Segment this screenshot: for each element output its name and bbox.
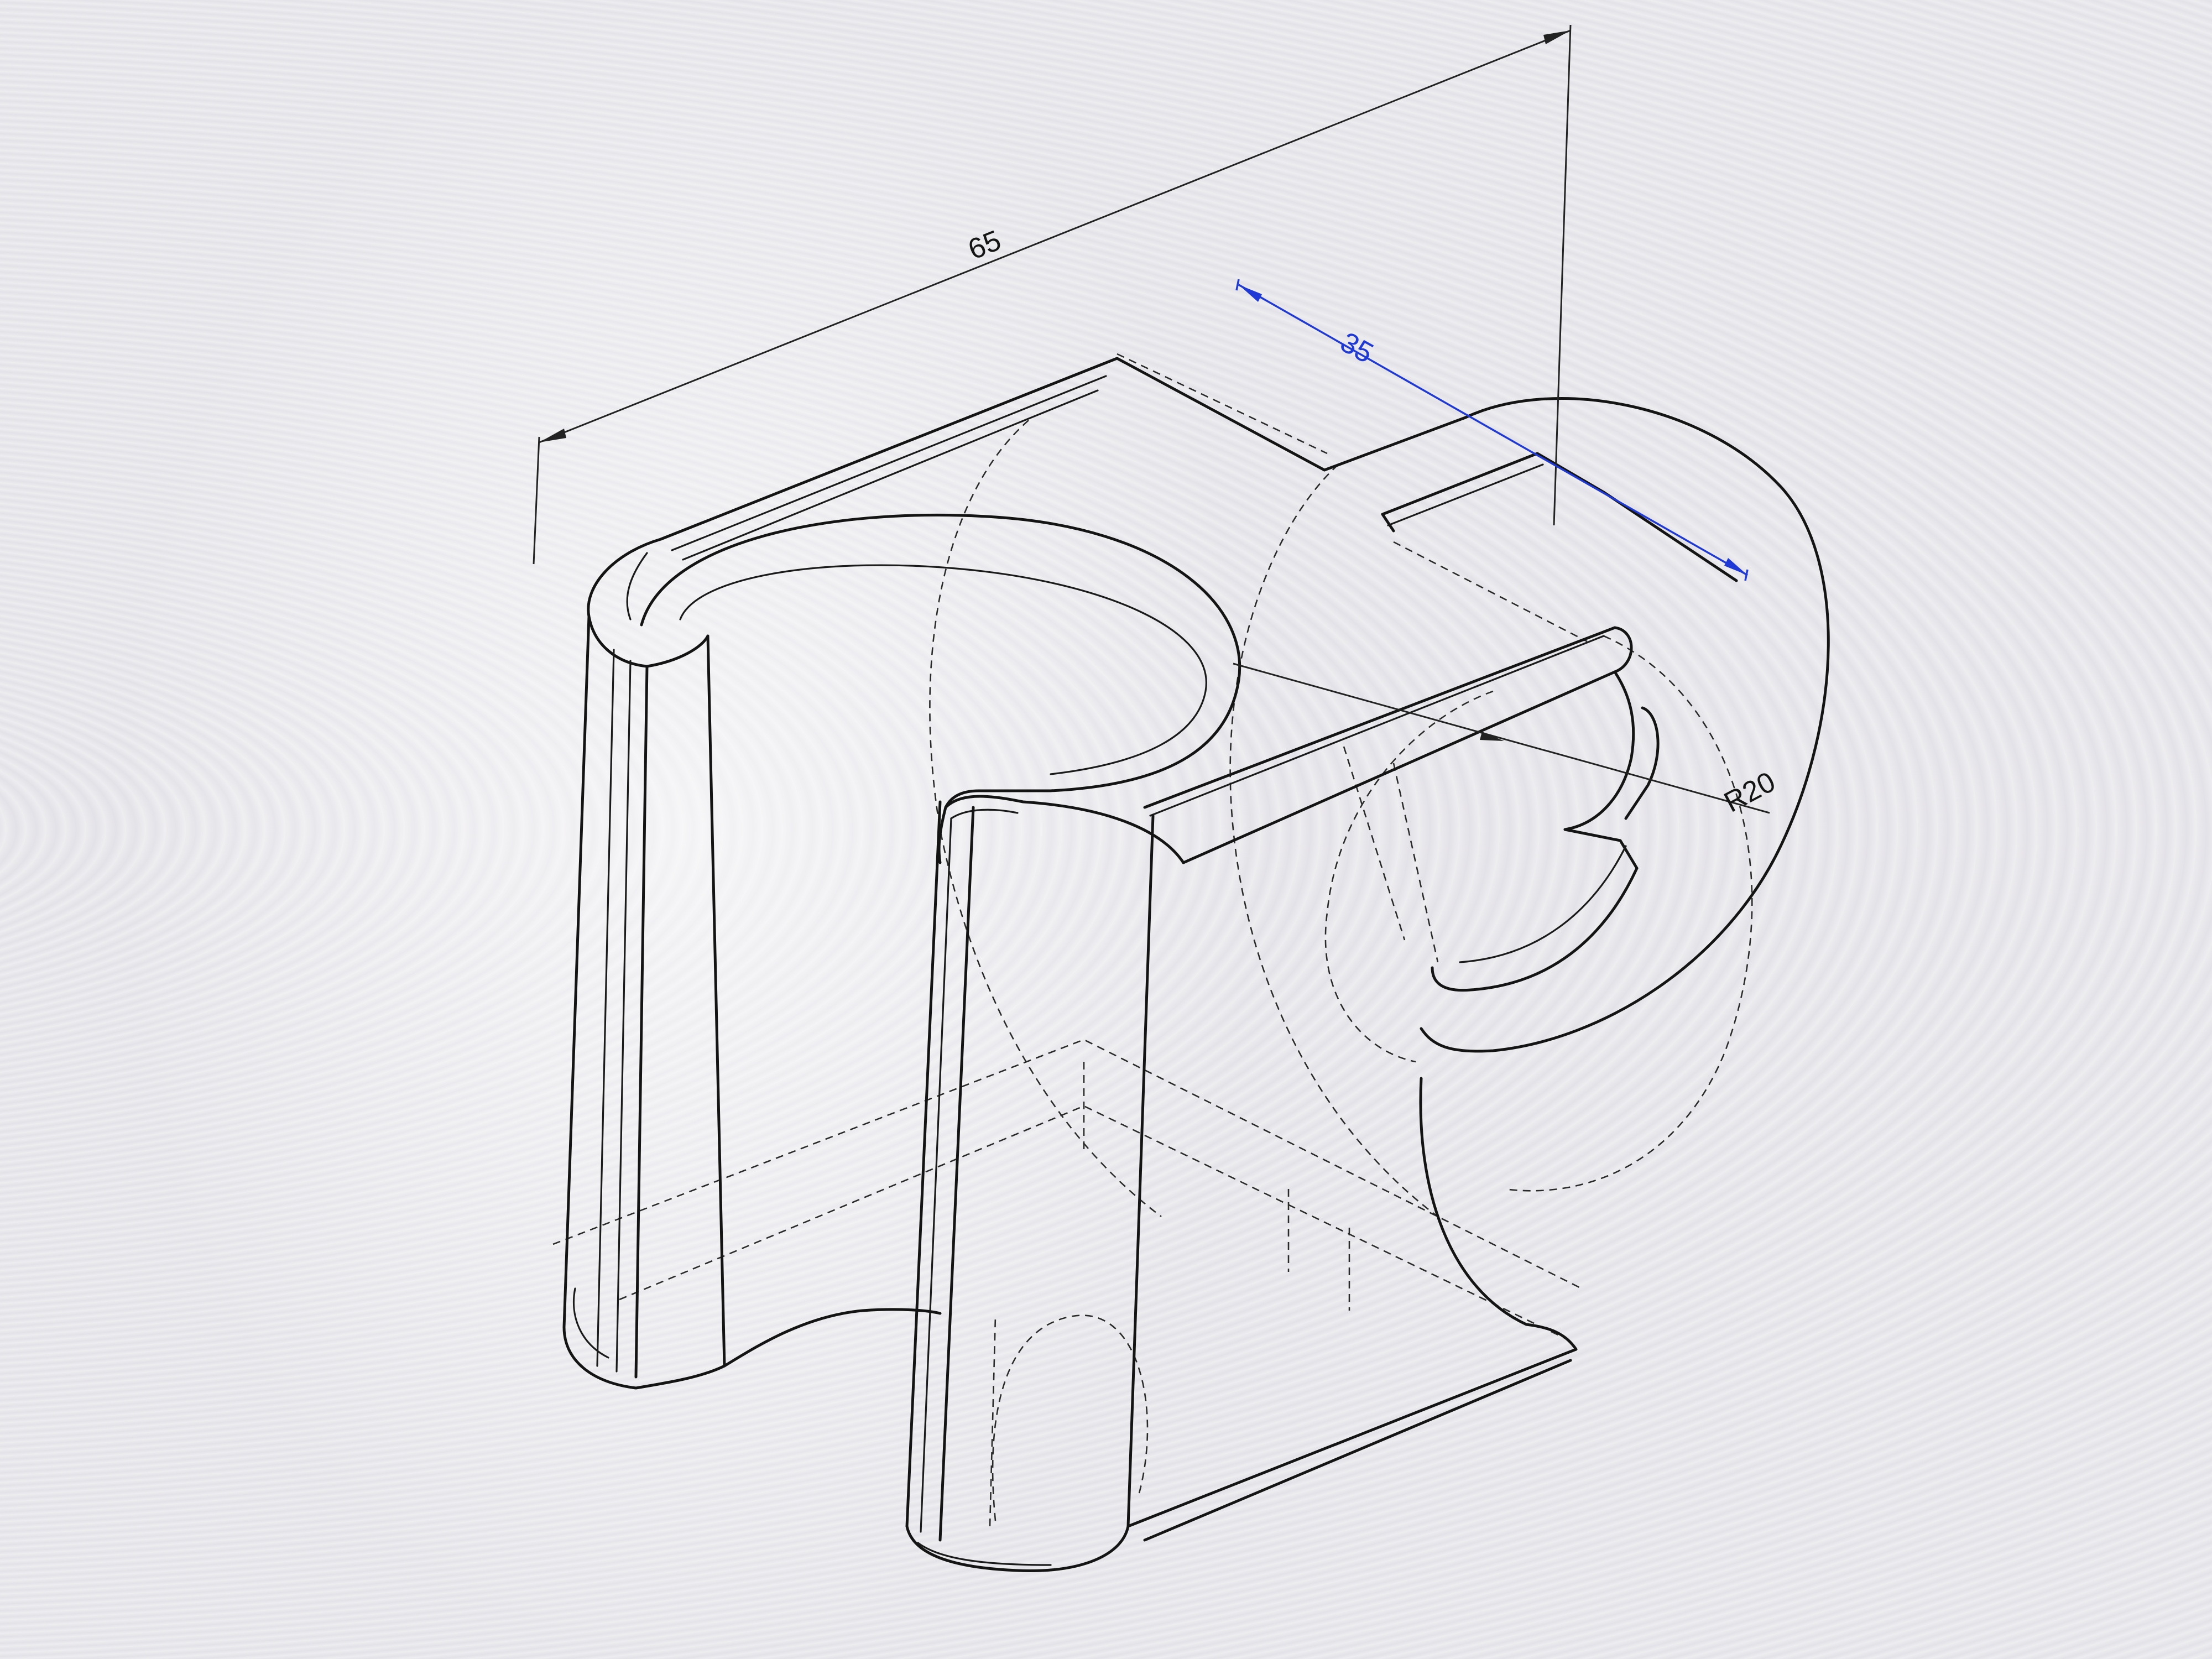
arrowhead-start-icon (1239, 285, 1262, 302)
arrowhead-right-icon (1543, 30, 1571, 44)
cad-viewport[interactable]: 65 35 R20 (0, 0, 2212, 1659)
dimension-65[interactable]: 65 (533, 24, 1572, 565)
isometric-part-drawing[interactable]: 65 35 R20 (0, 0, 2212, 1659)
extension-line-left (533, 436, 540, 565)
arrowhead-left-icon (539, 429, 566, 442)
radius-leader-line (1233, 662, 1770, 814)
dimension-label-65: 65 (964, 225, 1005, 266)
arrowhead-end-icon (1724, 558, 1747, 575)
dimension-line-35 (1238, 284, 1748, 576)
dimension-line-65 (539, 29, 1571, 444)
visible-edges (562, 357, 1830, 1572)
extension-line-right (1553, 24, 1572, 526)
radius-arrowhead-icon (1480, 732, 1504, 741)
dimension-label-35: 35 (1335, 326, 1379, 370)
dimension-label-r20: R20 (1719, 766, 1780, 819)
